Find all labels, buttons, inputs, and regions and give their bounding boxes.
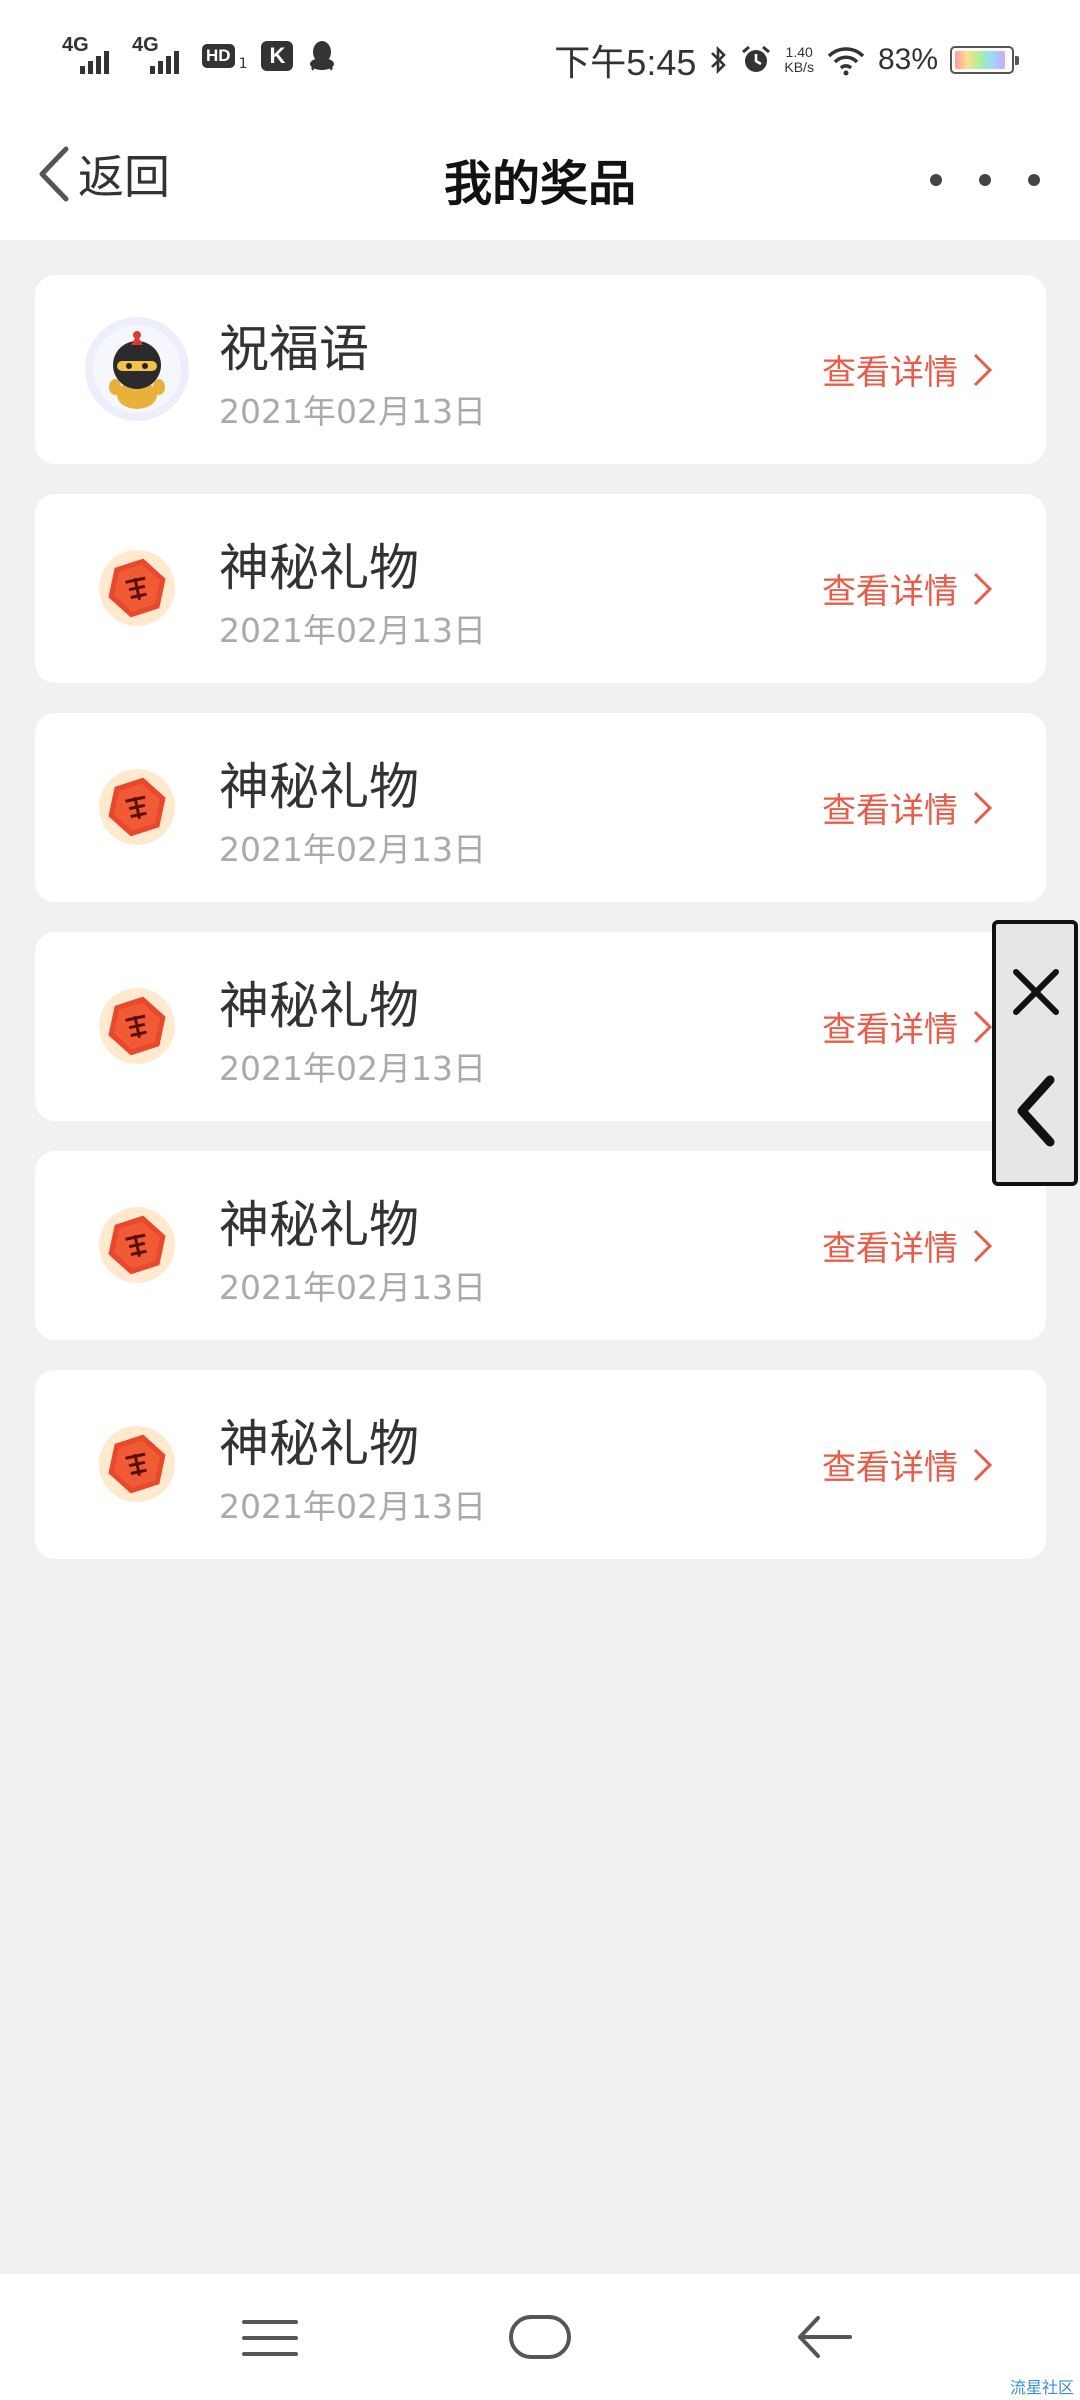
view-details-link[interactable]: 查看详情 bbox=[822, 1440, 994, 1489]
page-title: 我的奖品 bbox=[443, 156, 636, 212]
watermark: 流星社区 bbox=[1009, 2378, 1074, 2397]
chevron-right-icon bbox=[973, 1448, 993, 1481]
prize-card[interactable]: 神秘礼物 2021年02月13日 查看详情 bbox=[35, 1370, 1046, 1559]
chevron-left-icon[interactable] bbox=[1012, 1074, 1060, 1148]
view-details-link[interactable]: 查看详情 bbox=[822, 345, 994, 394]
hd-sub-label: 1 bbox=[238, 56, 248, 72]
prize-name: 神秘礼物 bbox=[219, 1415, 419, 1473]
prize-name: 神秘礼物 bbox=[219, 977, 419, 1035]
view-details-link[interactable]: 查看详情 bbox=[822, 564, 994, 613]
fu-hexagon-icon bbox=[99, 988, 175, 1064]
close-icon[interactable] bbox=[1010, 966, 1062, 1018]
prize-card[interactable]: 神秘礼物 2021年02月13日 查看详情 bbox=[35, 494, 1046, 683]
home-icon[interactable] bbox=[508, 2314, 572, 2360]
floating-side-panel bbox=[992, 920, 1078, 1186]
prize-date: 2021年02月13日 bbox=[219, 1268, 486, 1307]
view-details-link[interactable]: 查看详情 bbox=[822, 783, 994, 832]
mascot-icon bbox=[85, 317, 189, 421]
signal-icon: 4G bbox=[132, 34, 188, 74]
prize-card[interactable]: 祝福语 2021年02月13日 查看详情 bbox=[35, 275, 1046, 464]
view-details-label: 查看详情 bbox=[822, 353, 958, 393]
status-right: 下午5:45 1.40 KB/s 83% bbox=[554, 34, 1019, 86]
prize-date: 2021年02月13日 bbox=[219, 392, 486, 431]
prize-list: 祝福语 2021年02月13日 查看详情 神秘礼物 2021年02月13日 查看… bbox=[35, 275, 1046, 1589]
chevron-right-icon bbox=[973, 353, 993, 386]
dot-icon bbox=[1028, 174, 1040, 186]
prize-card[interactable]: 神秘礼物 2021年02月13日 查看详情 bbox=[35, 713, 1046, 902]
dot-icon bbox=[930, 174, 942, 186]
view-details-label: 查看详情 bbox=[822, 1448, 958, 1488]
prize-name: 祝福语 bbox=[219, 320, 369, 378]
prize-date: 2021年02月13日 bbox=[219, 1487, 486, 1526]
view-details-label: 查看详情 bbox=[822, 1010, 958, 1050]
clock: 下午5:45 bbox=[554, 42, 697, 83]
more-options-button[interactable] bbox=[930, 162, 1040, 198]
prize-date: 2021年02月13日 bbox=[219, 830, 486, 869]
menu-icon[interactable] bbox=[242, 2318, 298, 2358]
prize-name: 神秘礼物 bbox=[219, 1196, 419, 1254]
bluetooth-icon bbox=[711, 45, 727, 75]
chevron-right-icon bbox=[973, 791, 993, 824]
app-header: 返回 我的奖品 bbox=[0, 118, 1080, 240]
back-arrow-icon[interactable] bbox=[796, 2314, 852, 2360]
chevron-right-icon bbox=[973, 1010, 993, 1043]
prize-date: 2021年02月13日 bbox=[219, 1049, 486, 1088]
prize-name: 神秘礼物 bbox=[219, 539, 419, 597]
prize-date: 2021年02月13日 bbox=[219, 611, 486, 650]
chevron-right-icon bbox=[973, 1229, 993, 1262]
battery-percent: 83% bbox=[877, 43, 938, 76]
view-details-label: 查看详情 bbox=[822, 791, 958, 831]
qq-icon bbox=[310, 41, 335, 71]
fu-hexagon-icon bbox=[99, 1426, 175, 1502]
status-bar: 4G 4G HD 1 K 下午5:45 1.40 KB/s 83% bbox=[0, 0, 1080, 118]
k-app-icon: K bbox=[261, 41, 294, 71]
status-left: 4G 4G HD 1 K bbox=[62, 34, 337, 74]
network-speed: 1.40 KB/s bbox=[784, 45, 814, 75]
prize-name: 神秘礼物 bbox=[219, 758, 419, 816]
fu-hexagon-icon bbox=[99, 550, 175, 626]
speed-value: 1.40 bbox=[785, 44, 813, 60]
battery-icon bbox=[950, 46, 1019, 74]
prize-card[interactable]: 神秘礼物 2021年02月13日 查看详情 bbox=[35, 1151, 1046, 1340]
fu-hexagon-icon bbox=[99, 1207, 175, 1283]
chevron-right-icon bbox=[973, 572, 993, 605]
view-details-label: 查看详情 bbox=[822, 572, 958, 612]
system-nav-bar: 流星社区 bbox=[0, 2274, 1080, 2400]
dot-icon bbox=[979, 174, 991, 186]
view-details-link[interactable]: 查看详情 bbox=[822, 1002, 994, 1051]
view-details-link[interactable]: 查看详情 bbox=[822, 1221, 994, 1270]
hd-icon: HD bbox=[202, 44, 235, 68]
signal-icon: 4G bbox=[62, 34, 118, 74]
wifi-icon bbox=[827, 47, 865, 76]
fu-hexagon-icon bbox=[99, 769, 175, 845]
prize-card[interactable]: 神秘礼物 2021年02月13日 查看详情 bbox=[35, 932, 1046, 1121]
view-details-label: 查看详情 bbox=[822, 1229, 958, 1269]
alarm-icon bbox=[742, 45, 771, 72]
speed-unit: KB/s bbox=[784, 59, 814, 75]
